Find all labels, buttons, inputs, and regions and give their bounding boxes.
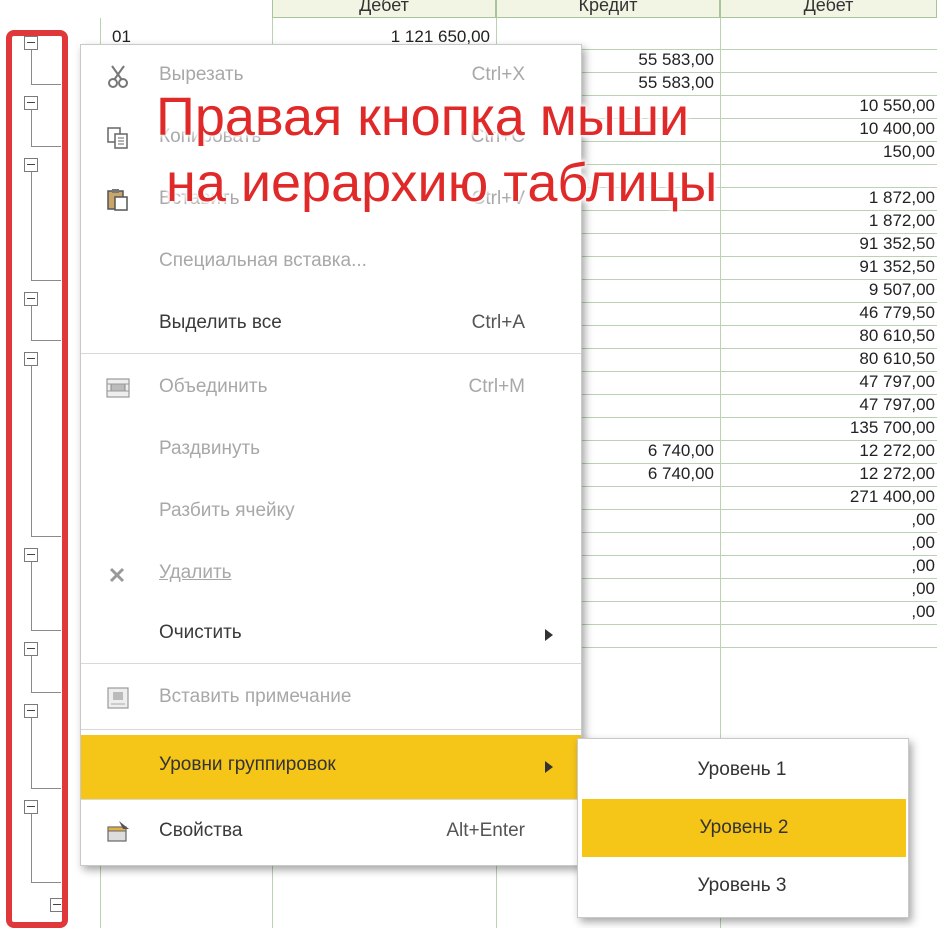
properties-icon — [105, 819, 131, 845]
menu-item-label: Удалить — [159, 562, 232, 583]
menu-item-label: Разбить ячейку — [159, 500, 295, 521]
column-header: Дебет — [272, 0, 496, 18]
submenu-arrow-icon — [545, 629, 553, 641]
table-cell[interactable]: 271 400,00 — [720, 487, 935, 507]
menu-item-shortcut: Ctrl+X — [471, 64, 525, 85]
table-cell[interactable]: 135 700,00 — [720, 418, 935, 438]
menu-item-split-cell[interactable]: Разбить ячейку — [81, 481, 581, 545]
menu-item-group-levels[interactable]: Уровни группировок — [81, 735, 581, 799]
menu-item-properties[interactable]: Свойства Alt+Enter — [81, 801, 581, 865]
menu-item-merge[interactable]: Объединить Ctrl+M — [81, 357, 581, 421]
table-cell[interactable]: ,00 — [720, 602, 935, 622]
menu-item-label: Свойства — [159, 820, 243, 841]
annotation-overlay: Правая кнопка мыши на иерархию таблицы — [156, 84, 876, 234]
menu-item-label: Вырезать — [159, 64, 244, 85]
merge-cells-icon — [105, 375, 131, 401]
menu-item-label: Очистить — [159, 622, 242, 643]
menu-item-unmerge[interactable]: Раздвинуть — [81, 419, 581, 483]
annotation-line-2: на иерархию таблицы — [166, 153, 718, 213]
menu-item-shortcut: Ctrl+A — [471, 312, 525, 333]
note-icon — [105, 685, 131, 711]
hierarchy-highlight-frame — [6, 30, 68, 928]
menu-item-shortcut: Alt+Enter — [446, 820, 525, 841]
menu-item-label: Объединить — [159, 376, 268, 397]
table-cell[interactable]: 47 797,00 — [720, 372, 935, 392]
menu-item-clear[interactable]: Очистить — [81, 603, 581, 667]
menu-separator — [81, 799, 581, 800]
table-cell[interactable]: 91 352,50 — [720, 257, 935, 277]
annotation-line-1: Правая кнопка мыши — [156, 87, 690, 147]
menu-item-label: Вставить примечание — [159, 686, 352, 707]
menu-item-paste-special[interactable]: Специальная вставка... — [81, 231, 581, 295]
menu-item-label: Выделить все — [159, 312, 282, 333]
menu-item-delete[interactable]: Удалить — [81, 543, 581, 607]
menu-item-label: Раздвинуть — [159, 438, 261, 459]
menu-separator — [81, 353, 581, 354]
table-cell[interactable]: 80 610,50 — [720, 326, 935, 346]
table-cell[interactable]: 46 779,50 — [720, 303, 935, 323]
table-cell[interactable]: 12 272,00 — [720, 464, 935, 484]
menu-item-shortcut: Ctrl+M — [468, 376, 525, 397]
table-cell[interactable]: 91 352,50 — [720, 234, 935, 254]
scissors-icon — [105, 63, 131, 89]
table-cell[interactable]: ,00 — [720, 510, 935, 530]
table-cell[interactable]: ,00 — [720, 533, 935, 553]
submenu-item-level-1[interactable]: Уровень 1 — [578, 741, 906, 799]
submenu-arrow-icon — [545, 761, 553, 773]
group-levels-submenu: Уровень 1 Уровень 2 Уровень 3 — [577, 738, 909, 918]
menu-separator — [81, 729, 581, 730]
copy-icon — [105, 125, 131, 151]
delete-x-icon — [105, 561, 131, 587]
table-cell[interactable]: 12 272,00 — [720, 441, 935, 461]
menu-item-select-all[interactable]: Выделить все Ctrl+A — [81, 293, 581, 357]
table-cell[interactable]: ,00 — [720, 579, 935, 599]
table-cell[interactable]: 9 507,00 — [720, 280, 935, 300]
submenu-item-level-3[interactable]: Уровень 3 — [578, 857, 906, 915]
table-cell[interactable]: ,00 — [720, 556, 935, 576]
menu-item-label: Уровни группировок — [159, 754, 336, 775]
table-cell[interactable]: 80 610,50 — [720, 349, 935, 369]
menu-item-label: Специальная вставка... — [159, 250, 367, 271]
submenu-item-level-2[interactable]: Уровень 2 — [582, 799, 906, 857]
table-cell[interactable]: 47 797,00 — [720, 395, 935, 415]
column-header: Дебет — [720, 0, 937, 18]
column-header: Кредит — [496, 0, 720, 18]
menu-item-insert-note[interactable]: Вставить примечание — [81, 667, 581, 731]
menu-separator — [81, 663, 581, 664]
paste-icon — [105, 187, 131, 213]
